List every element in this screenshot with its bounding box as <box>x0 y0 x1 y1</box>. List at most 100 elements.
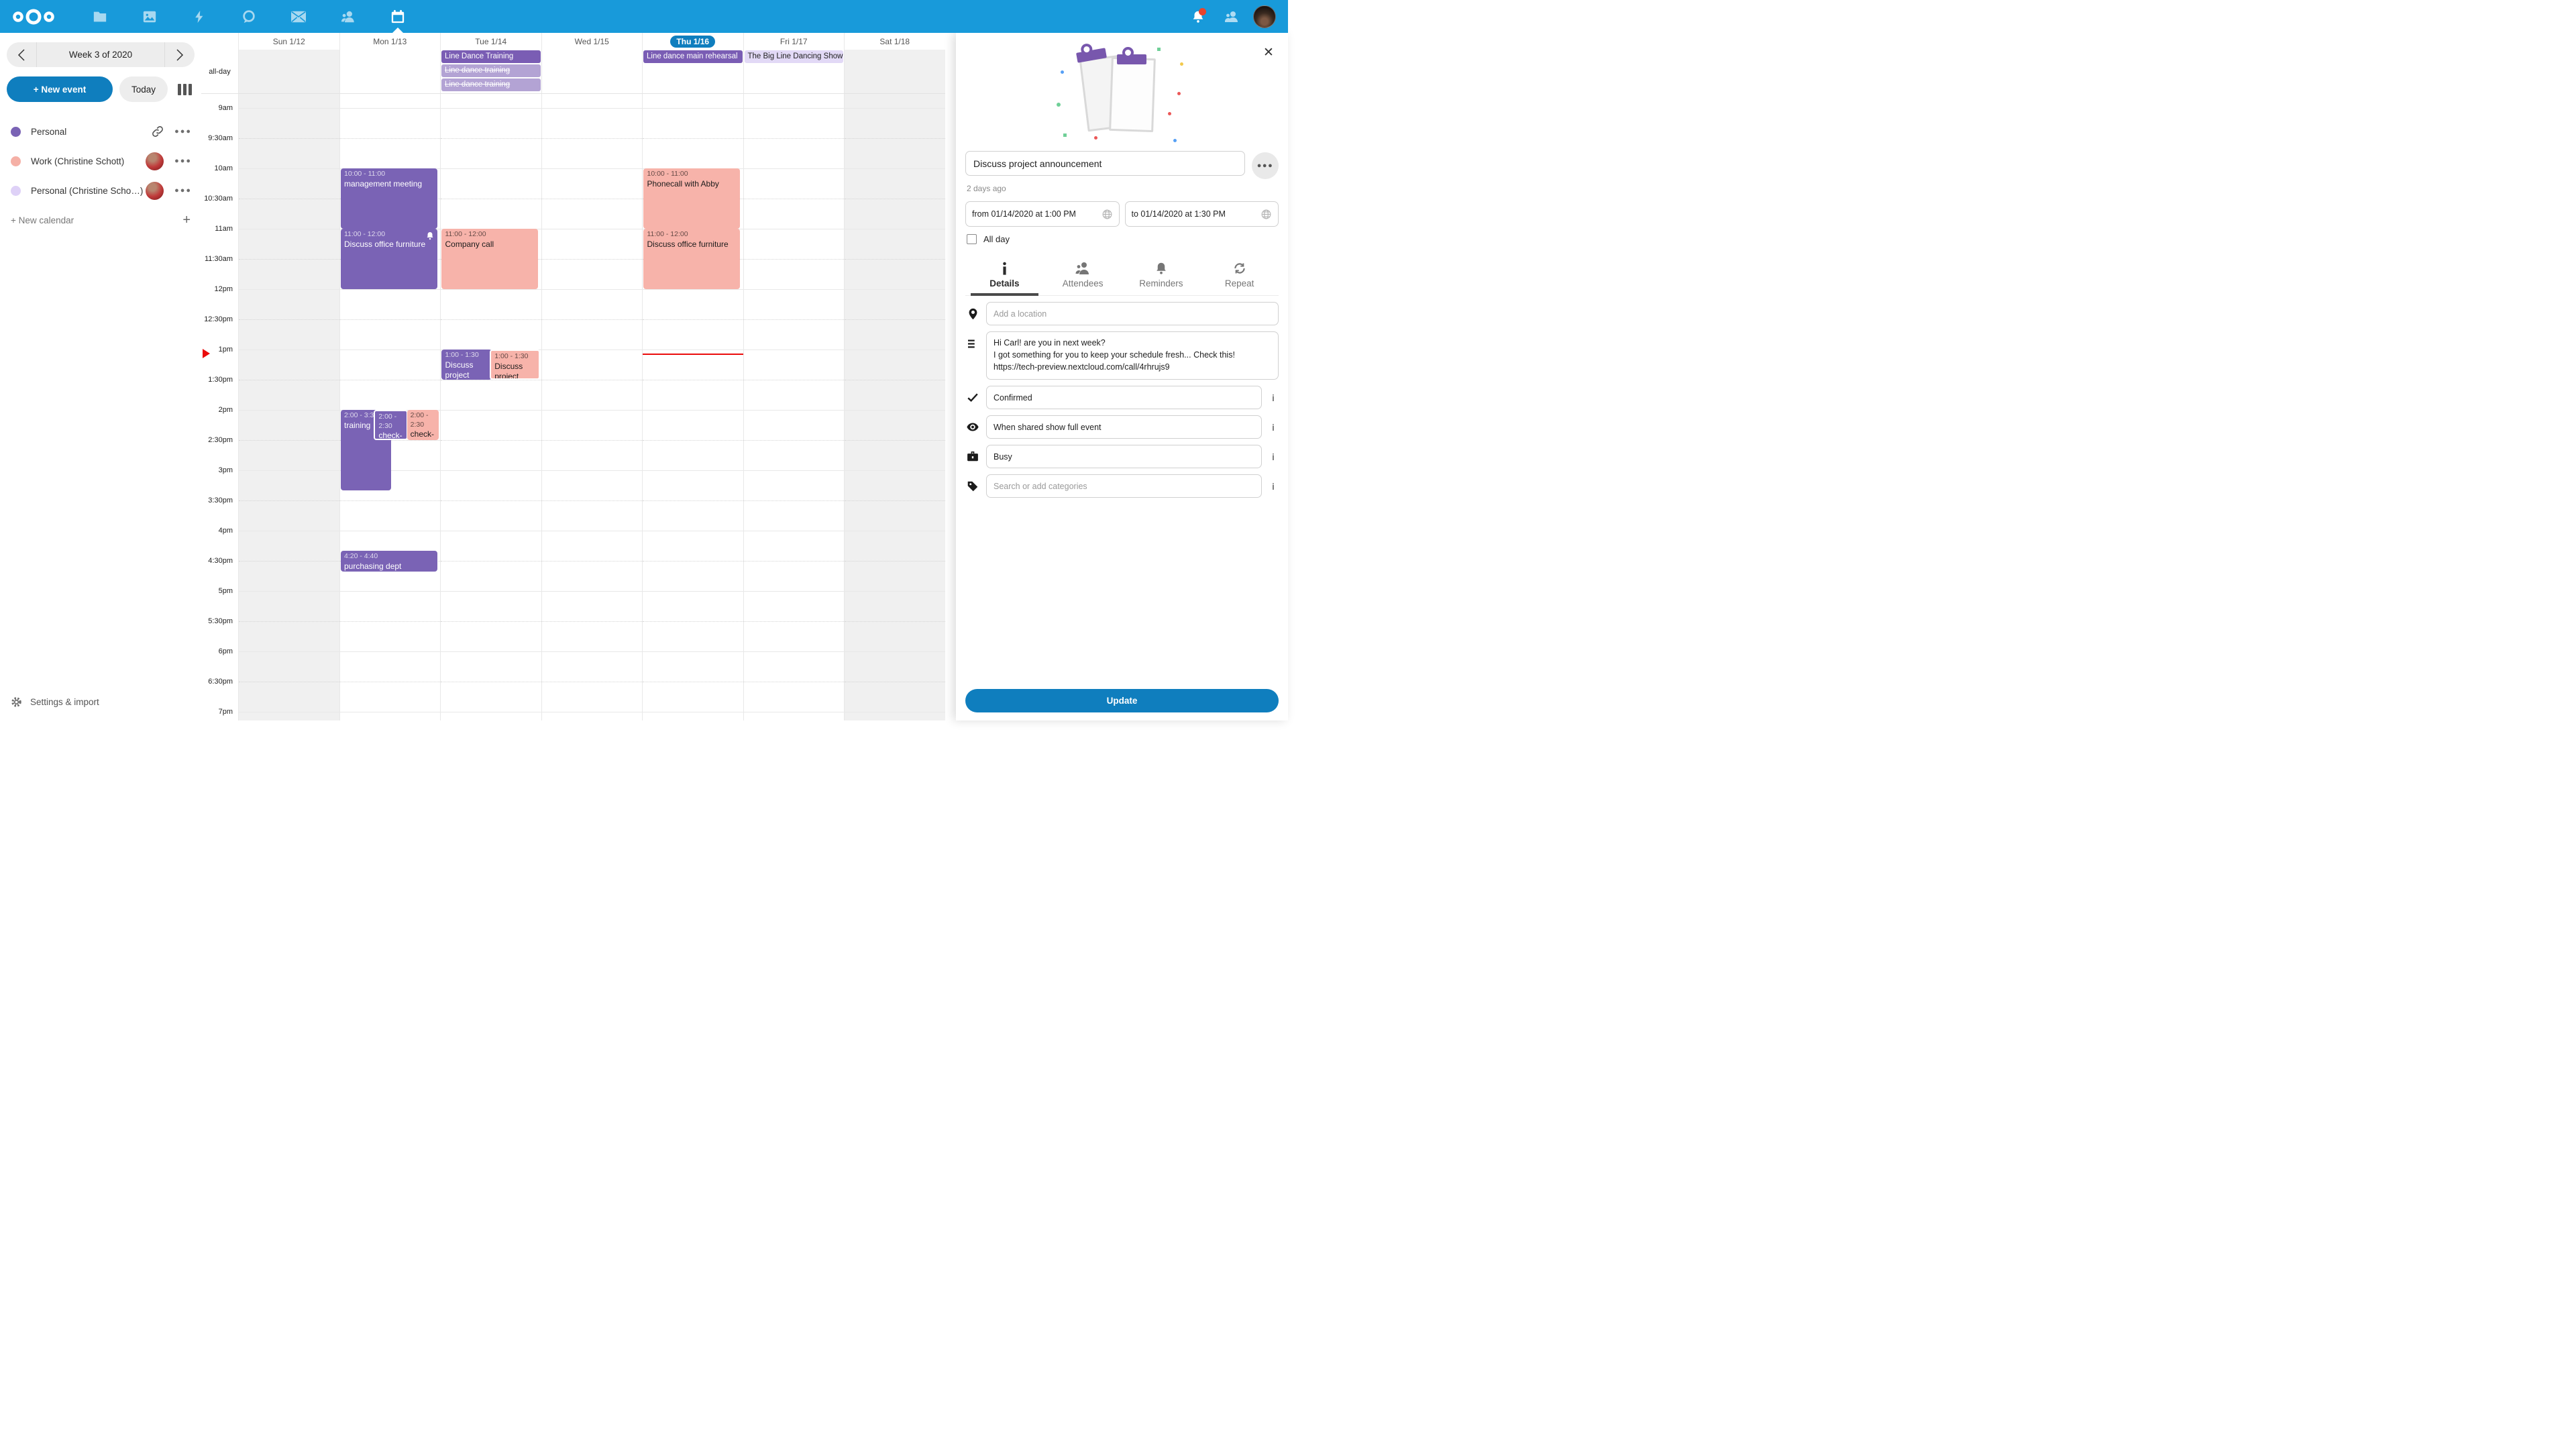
location-input[interactable] <box>986 302 1279 325</box>
timezone-globe-icon[interactable] <box>1102 209 1113 220</box>
day-header[interactable]: Thu 1/16 <box>642 33 743 50</box>
tab-details[interactable]: Details <box>965 258 1044 295</box>
all-day-event[interactable]: Line dance training <box>441 78 541 91</box>
gear-icon <box>11 696 22 708</box>
calendar-event[interactable]: 1:00 - 1:30Discuss project announcement <box>441 350 492 380</box>
previous-week-button[interactable] <box>7 42 36 67</box>
all-day-event[interactable]: Line dance main rehearsal <box>643 50 743 63</box>
visibility-select[interactable] <box>986 415 1262 439</box>
all-day-event[interactable]: Line dance training <box>441 64 541 77</box>
day-header[interactable]: Mon 1/13 <box>339 33 441 50</box>
photos-icon[interactable] <box>131 0 168 33</box>
event-actions-menu-button[interactable]: ●●● <box>1252 152 1279 179</box>
week-label[interactable]: Week 3 of 2020 <box>36 42 165 67</box>
tab-attendees[interactable]: Attendees <box>1044 258 1122 295</box>
time-axis-label: 5:30pm <box>208 617 233 625</box>
start-date-picker[interactable]: from 01/14/2020 at 1:00 PM <box>965 201 1120 227</box>
end-date-picker[interactable]: to 01/14/2020 at 1:30 PM <box>1125 201 1279 227</box>
calendar-actions-menu-icon[interactable]: ●●● <box>174 157 192 165</box>
share-link-icon[interactable] <box>152 125 164 138</box>
calendar-event[interactable]: 10:00 - 11:00management meeting <box>341 168 437 229</box>
calendar-event[interactable]: 4:20 - 4:40purchasing dept <box>341 551 437 572</box>
time-axis-label: 1pm <box>219 345 233 354</box>
event-time: 1:00 - 1:30 <box>494 352 535 362</box>
settings-import-button[interactable]: Settings & import <box>0 688 110 715</box>
calendar-event[interactable]: 1:00 - 1:30Discuss project <box>490 350 540 380</box>
tab-reminders[interactable]: Reminders <box>1122 258 1201 295</box>
status-select[interactable] <box>986 386 1262 409</box>
day-header[interactable]: Wed 1/15 <box>541 33 643 50</box>
notifications-bell-icon[interactable] <box>1186 5 1210 29</box>
time-axis-label: 1:30pm <box>208 376 233 384</box>
day-column[interactable]: 10:00 - 11:00management meeting11:00 - 1… <box>339 94 441 720</box>
freebusy-select[interactable] <box>986 445 1262 468</box>
categories-tag-icon <box>965 481 980 492</box>
day-column[interactable] <box>541 94 643 720</box>
day-column[interactable]: 11:00 - 12:00Company call1:00 - 1:30Disc… <box>440 94 541 720</box>
files-icon[interactable] <box>82 0 118 33</box>
calendar-event[interactable]: 11:00 - 12:00Discuss office furniture <box>341 229 437 289</box>
all-day-cell[interactable] <box>339 50 441 93</box>
next-week-button[interactable] <box>165 42 195 67</box>
all-day-cell[interactable]: Line Dance TrainingLine dance trainingLi… <box>440 50 541 93</box>
day-column[interactable] <box>743 94 845 720</box>
day-header[interactable]: Sun 1/12 <box>238 33 339 50</box>
event-title-input[interactable] <box>965 151 1245 176</box>
close-icon[interactable]: ✕ <box>1258 42 1279 62</box>
info-icon[interactable]: i <box>1268 451 1279 462</box>
day-column[interactable] <box>844 94 945 720</box>
mail-icon[interactable] <box>280 0 317 33</box>
activity-icon[interactable] <box>181 0 217 33</box>
calendar-event[interactable]: 2:00 - 2:30check-in <box>407 410 439 440</box>
new-calendar-button[interactable]: + New calendar + <box>0 205 201 235</box>
all-day-event[interactable]: Line Dance Training <box>441 50 541 63</box>
all-day-cell[interactable] <box>844 50 945 93</box>
day-column[interactable]: 10:00 - 11:00Phonecall with Abby11:00 - … <box>642 94 743 720</box>
event-time: 4:20 - 4:40 <box>344 552 434 562</box>
all-day-cell[interactable]: Line dance main rehearsal <box>642 50 743 93</box>
update-button[interactable]: Update <box>965 689 1279 712</box>
nextcloud-logo[interactable] <box>12 9 55 25</box>
event-title: Discuss project announcement <box>445 360 488 380</box>
info-icon[interactable]: i <box>1268 481 1279 492</box>
plus-icon: + <box>182 213 191 228</box>
contacts-menu-icon[interactable] <box>1220 5 1244 29</box>
timezone-globe-icon[interactable] <box>1260 209 1272 220</box>
user-avatar[interactable] <box>1253 5 1276 28</box>
calendar-icon[interactable] <box>380 0 416 33</box>
day-header[interactable]: Fri 1/17 <box>743 33 845 50</box>
day-header[interactable]: Tue 1/14 <box>440 33 541 50</box>
day-column[interactable] <box>238 94 339 720</box>
all-day-cell[interactable] <box>238 50 339 93</box>
calendar-event[interactable]: 11:00 - 12:00Company call <box>441 229 538 289</box>
day-header[interactable]: Sat 1/18 <box>844 33 945 50</box>
all-day-event[interactable]: The Big Line Dancing Show <box>745 50 844 63</box>
new-event-button[interactable]: + New event <box>7 76 113 102</box>
categories-input[interactable] <box>986 474 1262 498</box>
info-icon[interactable]: i <box>1268 392 1279 403</box>
calendar-event[interactable]: 2:00 - 2:30check-in <box>374 410 408 440</box>
calendar-event[interactable]: 11:00 - 12:00Discuss office furniture <box>643 229 740 289</box>
tab-label: Details <box>989 278 1019 288</box>
calendar-list-item[interactable]: Personal●●● <box>0 117 201 146</box>
view-mode-toggle-icon[interactable] <box>174 76 195 102</box>
all-day-checkbox[interactable]: All day <box>967 234 1277 244</box>
calendar-event[interactable]: 10:00 - 11:00Phonecall with Abby <box>643 168 740 229</box>
talk-icon[interactable] <box>231 0 267 33</box>
time-axis-label: 2pm <box>219 406 233 414</box>
event-time: 10:00 - 11:00 <box>344 170 434 179</box>
time-axis-label: 12pm <box>214 285 233 293</box>
all-day-cell[interactable]: The Big Line Dancing Show <box>743 50 845 93</box>
checkbox-unchecked[interactable] <box>967 234 977 244</box>
calendar-actions-menu-icon[interactable]: ●●● <box>174 186 192 195</box>
calendar-list-item[interactable]: Work (Christine Schott)●●● <box>0 146 201 176</box>
info-icon[interactable]: i <box>1268 422 1279 433</box>
today-button[interactable]: Today <box>119 76 168 102</box>
contacts-icon[interactable] <box>330 0 366 33</box>
calendar-actions-menu-icon[interactable]: ●●● <box>174 127 192 136</box>
tab-repeat[interactable]: Repeat <box>1200 258 1279 295</box>
time-axis-label: 6pm <box>219 647 233 655</box>
calendar-list-item[interactable]: Personal (Christine Scho…)●●● <box>0 176 201 205</box>
all-day-cell[interactable] <box>541 50 643 93</box>
description-textarea[interactable]: Hi Carl! are you in next week? I got som… <box>986 331 1279 380</box>
